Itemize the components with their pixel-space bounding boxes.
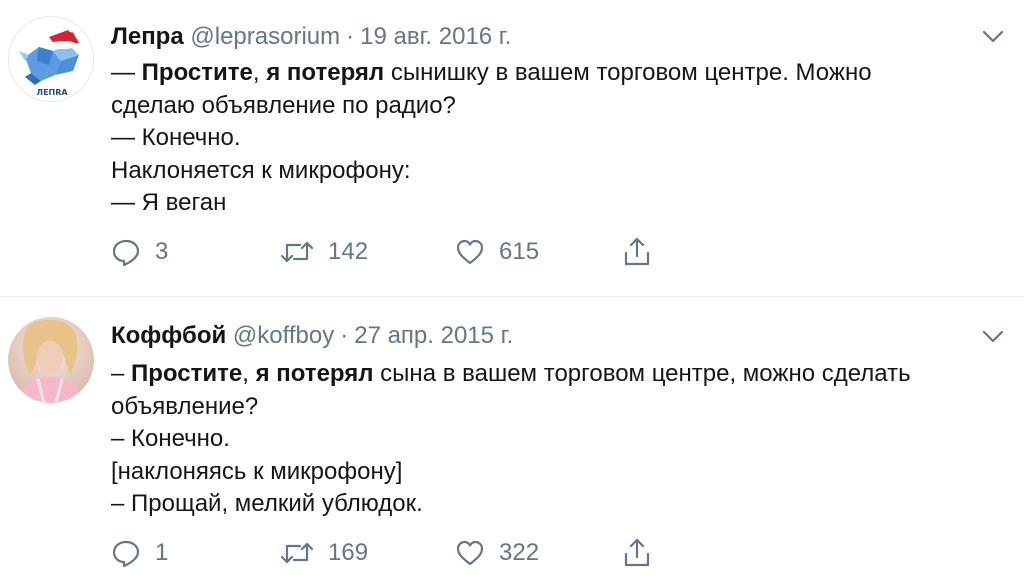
tweet-text-line: — Простите, я потерял сынишку в вашем то… [111,57,1011,90]
reply-icon [112,239,140,267]
retweet-icon [280,542,314,564]
avatar[interactable]: ЛЕПRA [8,16,94,102]
text-segment: — Конечно. [111,124,241,151]
text-segment: – Прощай, мелкий ублюдок. [111,490,423,517]
tweet[interactable]: ЛЕПRA Лепра @leprasorium · 19 авг. 2016 г.… [0,0,1024,296]
text-segment: сделаю объявление по радио? [111,91,456,119]
like-count: 322 [499,539,540,566]
text-segment: сынишку в вашем торговом центре. Можно [384,59,872,86]
lepra-logo-icon: ЛЕПRA [19,23,79,97]
tweet-text-line: – Конечно. [111,423,1011,456]
bold-text: Простите [141,59,253,86]
retweet-button[interactable]: 169 [280,535,368,571]
separator-dot: · [340,322,349,349]
tweet[interactable]: Коффбой @koffboy · 27 апр. 2015 г. – Прост… [0,297,1024,587]
author-handle[interactable]: @leprasorium [190,23,340,50]
like-count: 615 [499,238,540,265]
text-segment: — Я веган [111,189,227,216]
tweet-text-line: – Простите, я потерял сына в вашем торго… [111,358,1011,391]
tweet-text-line: – Прощай, мелкий ублюдок. [111,488,1011,521]
text-segment: — [111,59,142,86]
text-segment: Наклоняется к микрофону: [111,156,411,184]
separator-dot: · [346,23,355,50]
reply-icon [112,540,140,568]
retweet-count: 169 [328,539,369,566]
avatar[interactable] [8,317,94,403]
share-icon [624,538,650,567]
tweet-text-line: — Я веган [111,187,1011,220]
retweet-button[interactable]: 142 [280,234,368,270]
tweet-date[interactable]: 19 авг. 2016 г. [360,23,511,50]
tweet-actions: 3 142 615 [111,234,671,270]
text-segment: сына в вашем торговом центре, можно сдел… [373,360,911,387]
reply-count: 3 [155,238,169,265]
like-button[interactable]: 322 [455,535,539,571]
share-icon [624,237,650,266]
text-segment: – [111,360,132,387]
tweet-text-line: [наклоняясь к микрофону] [111,456,1011,489]
bold-text: я потерял [266,59,385,86]
author-name[interactable]: Коффбой [111,322,226,349]
chevron-down-icon[interactable] [980,27,1006,45]
user-photo-icon [8,317,94,403]
reply-button[interactable]: 3 [111,234,168,270]
bold-text: Простите [131,360,243,387]
tweet-text-line: объявление? [111,391,1011,424]
text-segment: объявление? [111,392,259,420]
tweet-text: — Простите, я потерял сынишку в вашем то… [111,57,1011,220]
like-button[interactable]: 615 [455,234,539,270]
chevron-down-icon[interactable] [980,327,1006,345]
tweet-text-line: Наклоняется к микрофону: [111,155,1011,188]
tweet-text-line: — Конечно. [111,122,1011,155]
bold-text: я потерял [255,360,374,387]
retweet-count: 142 [328,238,369,265]
tweet-actions: 1 169 322 [111,535,671,571]
text-segment: , [252,59,267,86]
share-button[interactable] [622,535,652,571]
text-segment: , [242,360,256,387]
text-segment: – Конечно. [111,425,230,452]
retweet-icon [280,241,314,263]
heart-icon [456,540,484,566]
author-name[interactable]: Лепра [111,23,184,50]
tweet-text-line: сделаю объявление по радио? [111,90,1011,123]
author-handle[interactable]: @koffboy [233,322,334,349]
tweet-header: Коффбой @koffboy · 27 апр. 2015 г. [111,321,513,351]
tweet-text: – Простите, я потерял сына в вашем торго… [111,358,1011,521]
share-button[interactable] [622,234,652,270]
heart-icon [456,239,484,265]
tweet-header: Лепра @leprasorium · 19 авг. 2016 г. [111,22,511,52]
tweet-date[interactable]: 27 апр. 2015 г. [354,322,513,349]
text-segment: [наклоняясь к микрофону] [111,457,403,485]
svg-text:ЛЕПRA: ЛЕПRA [36,88,68,97]
reply-count: 1 [155,539,169,566]
reply-button[interactable]: 1 [111,535,168,571]
